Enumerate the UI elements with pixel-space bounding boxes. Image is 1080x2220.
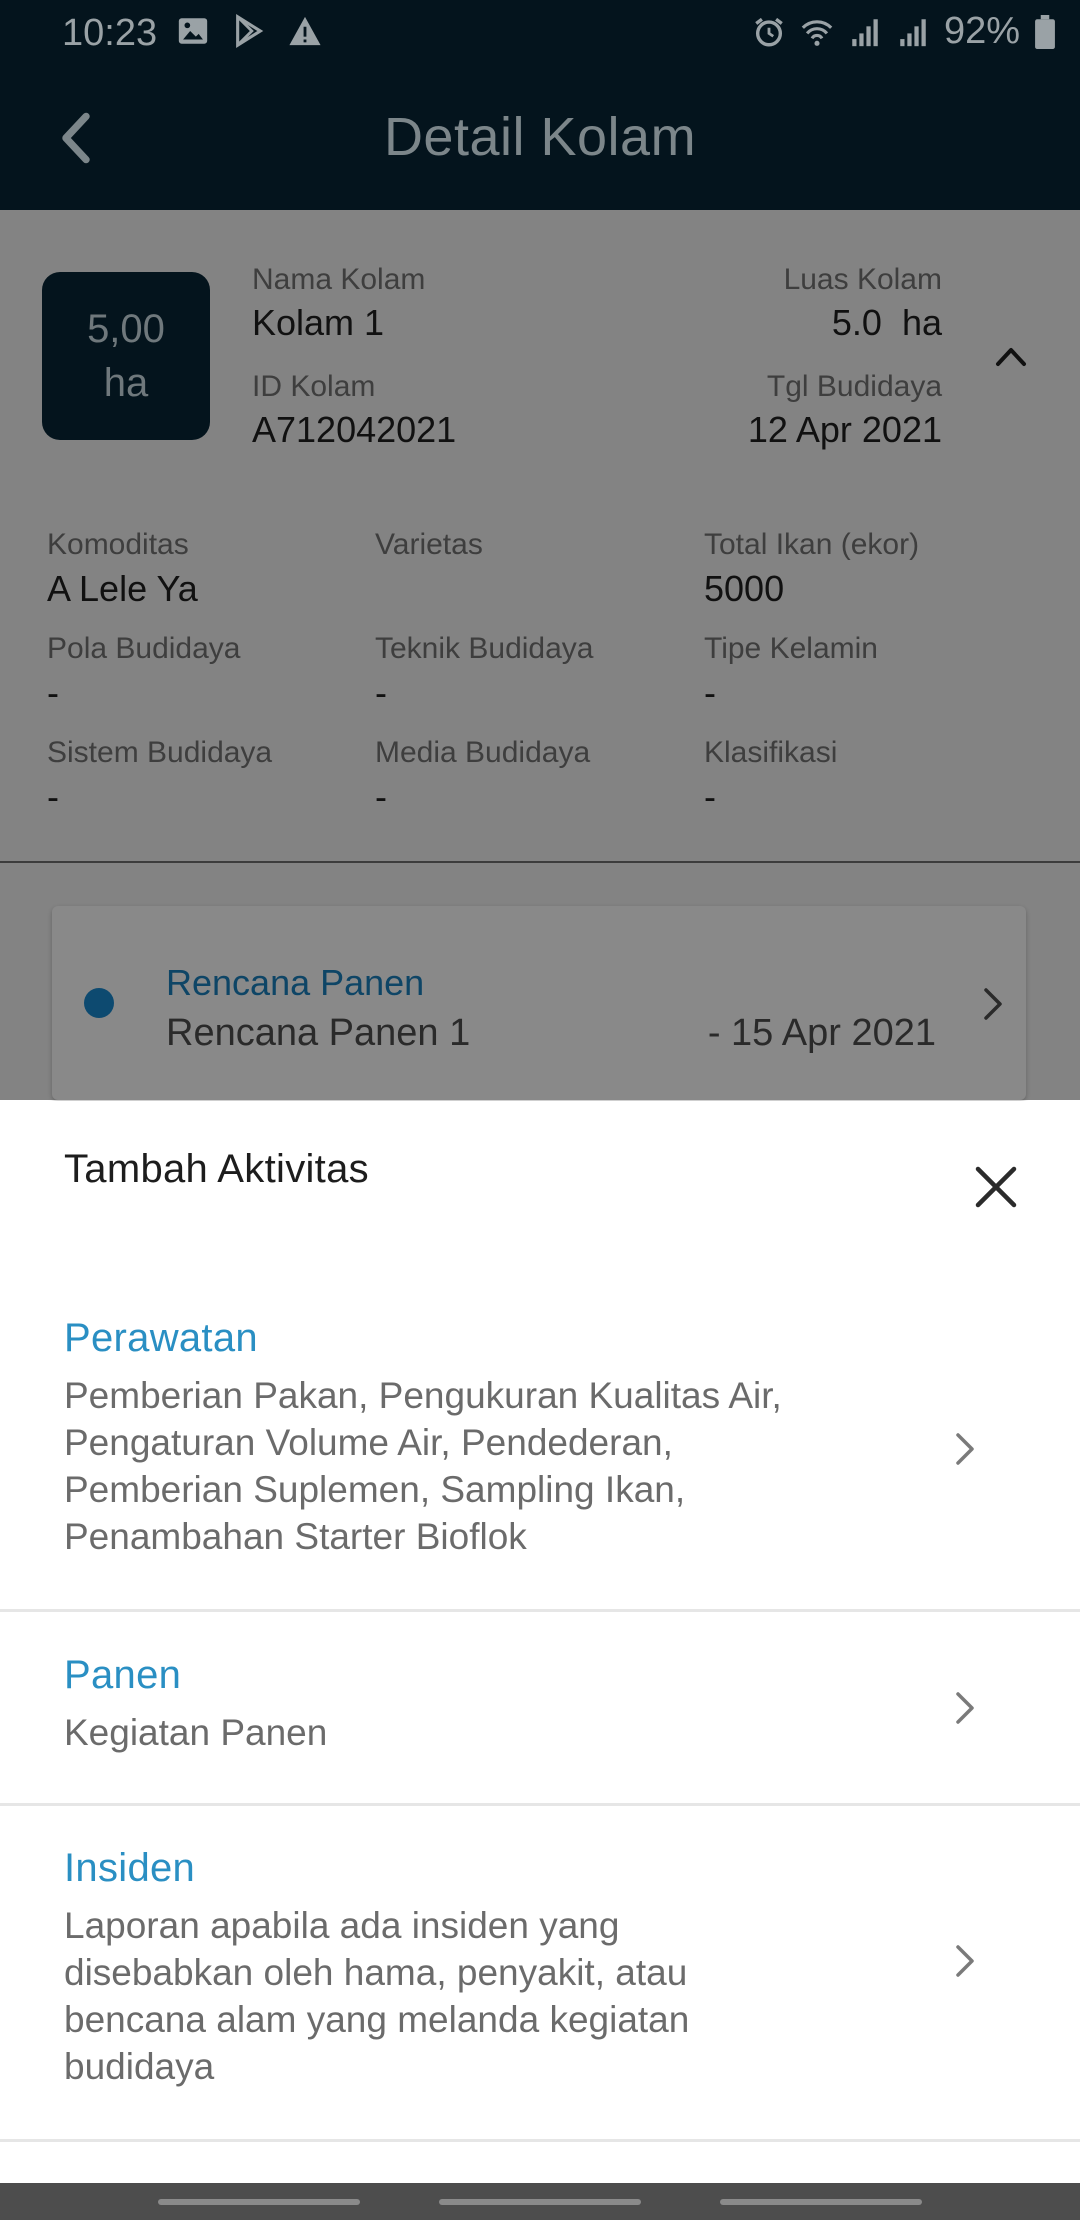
option-description: Pemberian Pakan, Pengukuran Kualitas Air… xyxy=(64,1375,782,1557)
harvest-plan-date: - 15 Apr 2021 xyxy=(707,1012,936,1054)
chevron-right-icon xyxy=(956,1433,974,1465)
pond-size-label: Luas Kolam xyxy=(783,263,942,296)
detail-label: Media Budidaya xyxy=(375,736,591,769)
option-divider xyxy=(0,1609,1080,1612)
pond-area-badge: 5,00 ha xyxy=(42,272,210,440)
detail-label: Komoditas xyxy=(47,528,189,561)
gesture-navigation-bar xyxy=(0,2183,1080,2220)
sheet-title: Tambah Aktivitas xyxy=(64,1147,369,1191)
pond-id-value: A712042021 xyxy=(252,409,457,450)
status-time: 10:23 xyxy=(62,12,158,54)
status-bar: 10:23 92% xyxy=(0,0,1080,66)
option-title: Insiden xyxy=(64,1846,196,1890)
pond-name-value: Kolam 1 xyxy=(252,302,385,343)
app-bar: Detail Kolam xyxy=(0,66,1080,210)
harvest-plan-title: Rencana Panen xyxy=(166,962,425,1003)
option-title: Panen xyxy=(64,1653,182,1697)
alarm-icon xyxy=(755,17,783,46)
chevron-right-icon xyxy=(956,1692,974,1724)
chevron-up-icon[interactable] xyxy=(994,344,1028,368)
detail-value: - xyxy=(704,776,716,817)
add-activity-sheet: Tambah Aktivitas Perawatan Pemberian Pak… xyxy=(0,1101,1080,2183)
detail-value: 5000 xyxy=(704,568,785,609)
option-description: Kegiatan Panen xyxy=(64,1712,328,1753)
battery-percent: 92% xyxy=(943,10,1020,52)
nav-handle[interactable] xyxy=(158,2199,360,2205)
option-divider xyxy=(0,1803,1080,1806)
area-value: 5,00 xyxy=(87,307,165,351)
option-divider xyxy=(0,2139,1080,2142)
area-unit: ha xyxy=(103,361,149,405)
detail-label: Sistem Budidaya xyxy=(47,736,273,769)
pond-detail-content: 5,00 ha Nama Kolam Kolam 1 Luas Kolam 5.… xyxy=(0,210,1080,1100)
close-icon[interactable] xyxy=(974,1165,1018,1209)
option-description: Laporan apabila ada insiden yang disebab… xyxy=(64,1905,690,2087)
detail-label: Total Ikan (ekor) xyxy=(704,528,920,561)
pond-size-value: 5.0 ha xyxy=(831,302,942,343)
wifi-icon xyxy=(801,19,833,46)
section-divider xyxy=(0,861,1080,863)
nav-handle[interactable] xyxy=(439,2199,641,2205)
option-title: Perawatan xyxy=(64,1316,258,1360)
detail-value: - xyxy=(375,776,387,817)
detail-value: - xyxy=(375,672,387,713)
cultivation-date-label: Tgl Budidaya xyxy=(766,370,942,403)
chevron-right-icon xyxy=(956,1945,974,1977)
harvest-plan-name: Rencana Panen 1 xyxy=(166,1012,471,1054)
detail-label: Pola Budidaya xyxy=(47,632,241,665)
image-icon xyxy=(178,18,208,44)
detail-label: Teknik Budidaya xyxy=(375,632,594,665)
detail-label: Varietas xyxy=(375,528,483,561)
warning-icon xyxy=(289,16,321,46)
pond-id-label: ID Kolam xyxy=(252,370,376,403)
play-store-icon xyxy=(236,14,264,48)
chevron-right-icon xyxy=(984,988,1002,1020)
page-title: Detail Kolam xyxy=(383,107,697,167)
activity-option-panen[interactable]: Panen Kegiatan Panen xyxy=(0,1653,1080,1783)
battery-icon xyxy=(1035,14,1055,49)
detail-label: Klasifikasi xyxy=(704,736,838,769)
status-dot-icon xyxy=(84,988,114,1018)
detail-value: A Lele Ya xyxy=(47,568,198,609)
detail-value: - xyxy=(47,776,59,817)
detail-value: - xyxy=(704,672,716,713)
detail-value: - xyxy=(47,672,59,713)
nav-handle[interactable] xyxy=(720,2199,922,2205)
pond-name-label: Nama Kolam xyxy=(252,263,426,296)
harvest-plan-card[interactable]: Rencana Panen Rencana Panen 1 - 15 Apr 2… xyxy=(52,906,1026,1100)
signal-icon xyxy=(852,18,878,46)
activity-option-insiden[interactable]: Insiden Laporan apabila ada insiden yang… xyxy=(0,1846,1080,2087)
detail-label: Tipe Kelamin xyxy=(704,632,878,665)
cultivation-date-value: 12 Apr 2021 xyxy=(747,409,942,450)
signal-icon xyxy=(900,18,926,46)
